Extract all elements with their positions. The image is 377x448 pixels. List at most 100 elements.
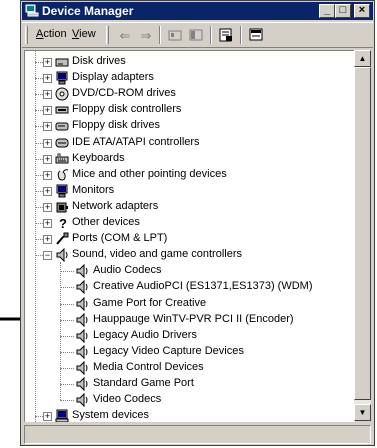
- tree-category[interactable]: − Sound, video and game controllers: [25, 247, 355, 263]
- device-manager-icon: [25, 4, 39, 17]
- tree-item-label: Legacy Video Capture Devices: [93, 344, 244, 357]
- expand-button[interactable]: +: [43, 170, 52, 180]
- keyboard-icon: [55, 152, 69, 166]
- maximize-button[interactable]: □: [335, 4, 351, 18]
- status-bar: [24, 425, 371, 444]
- expand-button[interactable]: +: [43, 219, 52, 228]
- expand-button[interactable]: +: [43, 202, 52, 212]
- tree-device[interactable]: Game Port for Creative: [25, 296, 355, 312]
- expand-button[interactable]: +: [43, 106, 52, 116]
- tree-item-label: Monitors: [72, 183, 115, 196]
- tree-connector: [35, 110, 43, 112]
- title-bar[interactable]: Device Manager _ □ ×: [22, 2, 373, 20]
- tree-category[interactable]: + DVD/CD-ROM drives: [25, 86, 355, 102]
- tree-category[interactable]: + Floppy disk drives: [25, 118, 355, 134]
- back-icon[interactable]: ⇐: [114, 26, 136, 45]
- expand-button[interactable]: +: [43, 90, 52, 100]
- tree-device[interactable]: Creative AudioPCI (ES1371,ES1373) (WDM): [25, 279, 355, 295]
- tree-device[interactable]: Standard Game Port: [25, 376, 355, 392]
- tree-item-label: System devices: [72, 409, 150, 422]
- tree-category[interactable]: + Monitors: [25, 183, 355, 199]
- tree-connector: [35, 416, 43, 418]
- speaker-icon: [75, 392, 89, 408]
- menu-view[interactable]: View: [72, 28, 96, 40]
- scroll-up-button[interactable]: ▲: [354, 50, 371, 67]
- expand-button[interactable]: +: [43, 138, 52, 148]
- tree-item-label: Floppy disk drives: [72, 119, 161, 132]
- tree-category[interactable]: + Display adapters: [25, 70, 355, 86]
- computer-icon: [55, 409, 69, 422]
- mouse-icon: [55, 168, 69, 182]
- tree-item-label: Ports (COM & LPT): [72, 232, 168, 245]
- monitor-icon: [55, 71, 69, 85]
- tree-connector: [35, 126, 43, 128]
- tree-connector: [35, 255, 43, 257]
- port-icon: [55, 232, 69, 246]
- properties-icon[interactable]: [215, 26, 237, 45]
- tree-connector: [35, 239, 43, 241]
- close-button[interactable]: ×: [354, 4, 370, 18]
- expand-button[interactable]: +: [43, 154, 52, 164]
- toolbar-grip[interactable]: [106, 26, 109, 44]
- expand-button[interactable]: +: [43, 235, 52, 245]
- tree-device[interactable]: Audio Codecs: [25, 263, 355, 279]
- tree-connector: [60, 351, 74, 353]
- scroll-thumb[interactable]: [354, 67, 371, 400]
- collapse-button[interactable]: −: [43, 251, 52, 261]
- question-device-icon: ?: [55, 216, 69, 231]
- tree-device[interactable]: Hauppauge WinTV-PVR PCI II (Encoder): [25, 312, 355, 328]
- expand-button[interactable]: +: [43, 58, 52, 67]
- tree-category[interactable]: + Mice and other pointing devices: [25, 167, 355, 183]
- menu-action[interactable]: Action: [36, 28, 67, 40]
- tree-category[interactable]: + Keyboards: [25, 151, 355, 167]
- tree-trunk-line: [35, 51, 36, 422]
- speaker-icon: [75, 312, 89, 327]
- tree-category[interactable]: + System devices: [25, 408, 355, 422]
- tree-connector: [35, 78, 43, 80]
- vertical-scrollbar[interactable]: ▲ ▼: [354, 50, 371, 421]
- tree-item-label: Keyboards: [72, 151, 125, 164]
- tree-category[interactable]: +? Other devices: [25, 215, 355, 231]
- tree-device[interactable]: Legacy Audio Drivers: [25, 328, 355, 344]
- scroll-down-button[interactable]: ▼: [354, 404, 371, 421]
- tree-connector: [60, 287, 74, 289]
- tree-item-label: Game Port for Creative: [93, 296, 207, 309]
- toolbar-grip[interactable]: [25, 26, 28, 44]
- disk-drive-icon: [55, 55, 69, 69]
- floppy-icon: [55, 119, 69, 133]
- cdrom-icon: [55, 87, 69, 101]
- tree-connector: [35, 190, 43, 192]
- tree-item-label: Standard Game Port: [93, 377, 194, 389]
- tree-connector: [60, 400, 74, 402]
- tree-item-label: IDE ATA/ATAPI controllers: [72, 135, 200, 148]
- show-hide-console-tree-icon[interactable]: [185, 26, 207, 45]
- tree-category[interactable]: + Floppy disk controllers: [25, 102, 355, 118]
- tree-category[interactable]: + IDE ATA/ATAPI controllers: [25, 135, 355, 151]
- tree-item-label: Hauppauge WinTV-PVR PCI II (Encoder): [93, 312, 294, 325]
- tree-connector: [35, 158, 43, 160]
- tree-category[interactable]: + Disk drives: [25, 54, 355, 70]
- tree-connector: [60, 335, 74, 337]
- tree-category[interactable]: + Network adapters: [25, 199, 355, 215]
- up-folder-icon[interactable]: [164, 26, 186, 45]
- tree-connector: [60, 271, 74, 273]
- forward-icon[interactable]: ⇒: [135, 26, 157, 45]
- tree-item-label: DVD/CD-ROM drives: [72, 87, 176, 100]
- tree-category[interactable]: + Ports (COM & LPT): [25, 231, 355, 247]
- expand-button[interactable]: +: [43, 74, 52, 84]
- tree-item-label: Media Control Devices: [93, 360, 204, 373]
- minimize-button[interactable]: _: [319, 4, 335, 18]
- tree-device[interactable]: Media Control Devices: [25, 360, 355, 376]
- tree-item-label: Legacy Audio Drivers: [93, 328, 197, 341]
- expand-button[interactable]: +: [43, 186, 52, 196]
- tree-connector: [35, 142, 43, 144]
- expand-button[interactable]: +: [43, 122, 52, 132]
- help-icon[interactable]: [245, 26, 267, 45]
- speaker-icon: [55, 247, 69, 263]
- window-title: Device Manager: [42, 4, 134, 18]
- tree-device[interactable]: Legacy Video Capture Devices: [25, 344, 355, 360]
- controller-icon: [55, 103, 69, 117]
- tree-device[interactable]: Video Codecs: [25, 392, 355, 408]
- expand-button[interactable]: +: [43, 412, 52, 422]
- device-tree[interactable]: + Disk drives + Display adapters + DVD/CD-ROM…: [24, 50, 355, 422]
